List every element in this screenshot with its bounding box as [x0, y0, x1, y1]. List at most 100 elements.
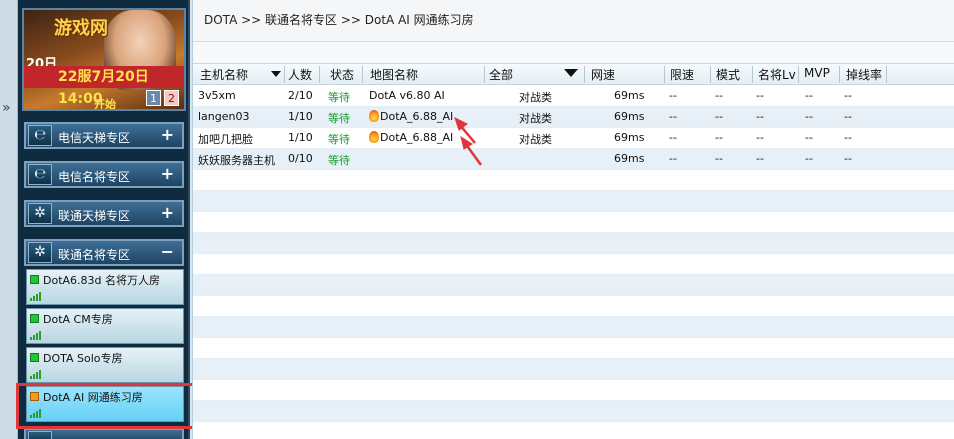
room-item[interactable]: DotA CM专房: [26, 308, 184, 344]
promo-banner[interactable]: 游戏网 20日 00 22服7月20日14:00 开始 1 2: [22, 8, 186, 111]
empty-row: [193, 380, 954, 401]
cell-map: DotA_6.88_AI: [369, 110, 453, 123]
cell-status: 等待: [328, 154, 350, 167]
collapse-icon[interactable]: −: [161, 242, 174, 261]
dropdown-icon[interactable]: [564, 69, 578, 77]
cell-players: 1/10: [288, 131, 313, 144]
banner-page-1[interactable]: 1: [146, 90, 161, 106]
cell-ping: 69ms: [614, 131, 645, 144]
cell-mvp: --: [805, 110, 813, 123]
empty-row: [193, 275, 954, 296]
expand-icon[interactable]: +: [161, 125, 174, 144]
signal-icon: [30, 331, 45, 340]
expand-icon[interactable]: +: [161, 203, 174, 222]
section-label: 电信名将专区: [58, 170, 131, 184]
col-mode[interactable]: 模式: [713, 66, 753, 83]
col-filter-all[interactable]: 全部: [486, 66, 585, 83]
section-telecom-master[interactable]: ℮ 电信名将专区 +: [24, 161, 184, 188]
section-label: 电信天梯专区: [58, 131, 131, 145]
cell-status: 等待: [328, 91, 350, 104]
cell-status: 等待: [328, 133, 350, 146]
cell-lv: --: [756, 110, 764, 123]
sidebar: 游戏网 20日 00 22服7月20日14:00 开始 1 2 ℮ 电信天梯专区…: [18, 0, 190, 439]
room-label: DOTA Solo专房: [43, 352, 123, 365]
section-unicom-ladder[interactable]: ✲ 联通天梯专区 +: [24, 200, 184, 227]
cell-players: 2/10: [288, 89, 313, 102]
cell-lv: --: [756, 131, 764, 144]
section-label: 联通天梯专区: [58, 209, 131, 223]
section-label: 联通名将专区: [58, 248, 131, 262]
table-row[interactable]: 妖妖服务器主机 0/10 等待 69ms -- -- -- -- --: [193, 149, 954, 170]
cell-host: 加吧几把脸: [198, 133, 253, 146]
cell-drop: --: [844, 152, 852, 165]
room-status-icon: [30, 353, 39, 362]
cell-mode: --: [715, 152, 723, 165]
telecom-icon: ℮: [28, 125, 52, 146]
col-players[interactable]: 人数: [285, 66, 320, 83]
room-item[interactable]: DotA6.83d 名将万人房: [26, 269, 184, 305]
highlight-annotation: [16, 383, 202, 429]
toolbar-bar: [193, 42, 954, 64]
col-speed-limit[interactable]: 限速: [667, 66, 711, 83]
telecom-icon: ℮: [28, 164, 52, 185]
unicom-icon: [28, 431, 52, 439]
cell-limit: --: [669, 110, 677, 123]
cell-type: 对战类: [519, 112, 552, 125]
col-host-name[interactable]: 主机名称: [197, 66, 285, 83]
table-row[interactable]: 3v5xm 2/10 等待 DotA v6.80 AI 对战类 69ms -- -- -- -- -…: [193, 86, 954, 107]
section-next[interactable]: [24, 428, 184, 439]
room-item[interactable]: DOTA Solo专房: [26, 347, 184, 383]
collapse-strip[interactable]: »: [0, 0, 18, 439]
empty-row: [193, 296, 954, 317]
col-master-lv[interactable]: 名将Lv: [755, 66, 799, 83]
signal-icon: [30, 292, 45, 301]
cell-ping: 69ms: [614, 110, 645, 123]
room-status-icon: [30, 275, 39, 284]
cell-mode: --: [715, 110, 723, 123]
fire-map-icon: [369, 131, 379, 143]
cell-mvp: --: [805, 89, 813, 102]
section-unicom-master[interactable]: ✲ 联通名将专区 −: [24, 239, 184, 266]
empty-row: [193, 191, 954, 212]
banner-date-text: 22服7月20日14:00: [24, 66, 184, 107]
cell-host: 妖妖服务器主机: [198, 154, 275, 167]
col-ping[interactable]: 网速: [588, 66, 665, 83]
cell-host: langen03: [198, 110, 250, 123]
cell-ping: 69ms: [614, 152, 645, 165]
empty-row: [193, 212, 954, 233]
room-table-body: 3v5xm 2/10 等待 DotA v6.80 AI 对战类 69ms -- -- -- -- -…: [193, 86, 954, 422]
cell-limit: --: [669, 131, 677, 144]
cell-drop: --: [844, 131, 852, 144]
cell-mode: --: [715, 131, 723, 144]
signal-icon: [30, 370, 45, 379]
unicom-icon: ✲: [28, 203, 52, 224]
cell-lv: --: [756, 152, 764, 165]
col-map-name[interactable]: 地图名称: [367, 66, 485, 83]
table-row[interactable]: langen03 1/10 等待 DotA_6.88_AI 对战类 69ms -- -- -- -…: [193, 107, 954, 128]
empty-row: [193, 233, 954, 254]
breadcrumb: DOTA >> 联通名将专区 >> DotA AI 网通练习房: [193, 0, 954, 42]
cell-map: DotA_6.88_AI: [369, 131, 453, 144]
collapse-arrows-icon[interactable]: »: [2, 100, 11, 116]
cell-map: DotA v6.80 AI: [369, 89, 445, 102]
empty-row: [193, 359, 954, 380]
banner-title-art: 游戏网: [54, 18, 108, 39]
sort-down-icon[interactable]: [271, 71, 281, 77]
cell-players: 0/10: [288, 152, 313, 165]
banner-page-2[interactable]: 2: [164, 90, 179, 106]
expand-icon[interactable]: +: [161, 164, 174, 183]
cell-mvp: --: [805, 131, 813, 144]
room-status-icon: [30, 314, 39, 323]
cell-ping: 69ms: [614, 89, 645, 102]
cell-host: 3v5xm: [198, 89, 236, 102]
cell-lv: --: [756, 89, 764, 102]
col-mvp[interactable]: MVP: [801, 66, 840, 83]
col-status[interactable]: 状态: [327, 66, 363, 83]
cell-drop: --: [844, 89, 852, 102]
table-row[interactable]: 加吧几把脸 1/10 等待 DotA_6.88_AI 对战类 69ms -- -- -- -- --: [193, 128, 954, 149]
cell-type: 对战类: [519, 133, 552, 146]
section-telecom-ladder[interactable]: ℮ 电信天梯专区 +: [24, 122, 184, 149]
unicom-icon: ✲: [28, 242, 52, 263]
cell-limit: --: [669, 152, 677, 165]
col-drop-rate[interactable]: 掉线率: [843, 66, 887, 83]
